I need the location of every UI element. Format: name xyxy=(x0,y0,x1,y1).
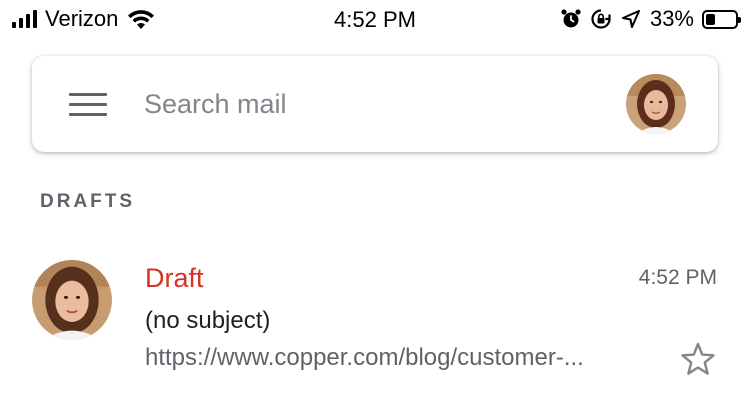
section-label: DRAFTS xyxy=(40,191,136,212)
sender-label: Draft xyxy=(145,263,204,293)
status-right: 33% xyxy=(560,5,741,33)
battery-icon xyxy=(702,9,741,29)
search-input[interactable] xyxy=(144,83,564,125)
battery-level xyxy=(706,13,715,25)
account-avatar[interactable] xyxy=(626,74,686,134)
status-bar: Verizon 4:52 PM 33% xyxy=(0,0,750,38)
gmail-drafts-screen: Verizon 4:52 PM 33% Search mail DRAFTS D… xyxy=(0,0,750,407)
message-snippet: https://www.copper.com/blog/customer-... xyxy=(145,344,584,371)
avatar-photo-icon xyxy=(626,74,686,134)
avatar-photo-icon xyxy=(32,260,112,340)
star-icon[interactable] xyxy=(678,340,718,380)
hamburger-menu-icon[interactable] xyxy=(69,93,107,117)
orientation-lock-icon xyxy=(591,9,611,29)
alarm-icon xyxy=(561,9,581,28)
battery-percent: 33% xyxy=(649,6,694,31)
list-item[interactable]: Draft 4:52 PM (no subject) https://www.c… xyxy=(0,248,750,388)
message-subject: (no subject) xyxy=(145,307,271,334)
search-bar xyxy=(32,56,718,152)
message-time: 4:52 PM xyxy=(638,266,717,289)
avatar[interactable] xyxy=(32,260,112,340)
location-arrow-icon xyxy=(621,10,640,28)
